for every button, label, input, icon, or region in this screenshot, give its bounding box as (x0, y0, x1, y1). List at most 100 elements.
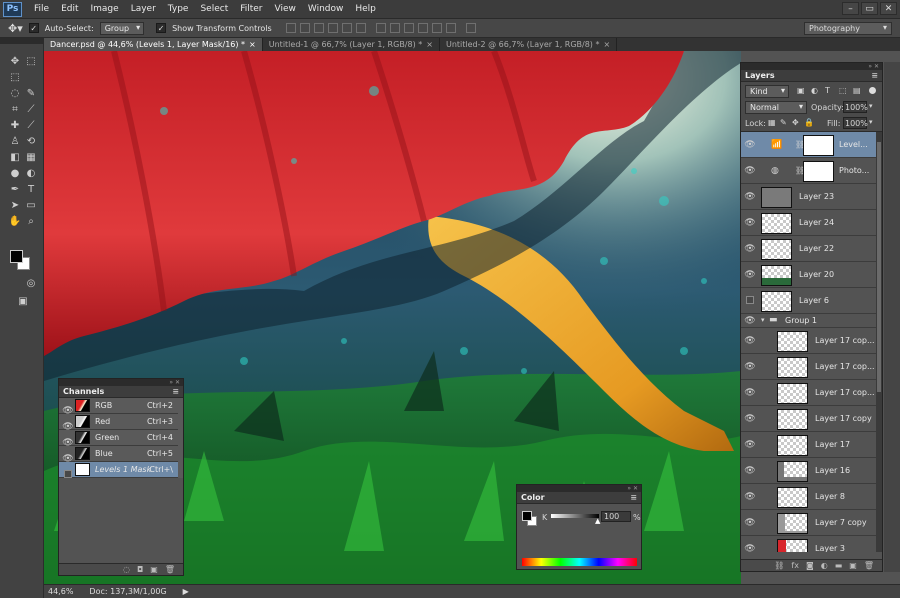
history-brush-icon[interactable]: ⟲ (24, 136, 38, 148)
shape-icon[interactable]: ▭ (24, 200, 38, 212)
maximize-button[interactable]: ▭ (861, 2, 878, 15)
tab-close-icon[interactable]: × (603, 40, 610, 49)
color-fg-swatch[interactable] (522, 511, 532, 521)
visibility-eye-icon[interactable]: 👁 (744, 362, 756, 372)
layer-row-layer-17-copy-3[interactable]: 👁 Layer 17 cop... (741, 328, 876, 354)
menu-select[interactable]: Select (194, 4, 234, 14)
quick-mask-icon[interactable]: ◎ (24, 278, 38, 290)
lock-pixels-icon[interactable]: ✎ (780, 118, 787, 127)
visibility-eye-icon[interactable]: 👁 (744, 466, 756, 476)
layer-mask-thumbnail[interactable] (803, 161, 834, 182)
layer-mask-thumbnail[interactable] (803, 135, 834, 156)
menu-view[interactable]: View (269, 4, 302, 14)
color-tab[interactable]: Color ≡ (517, 492, 641, 504)
visibility-toggle-off[interactable] (746, 296, 754, 304)
tab-close-icon[interactable]: × (426, 40, 433, 49)
menu-window[interactable]: Window (302, 4, 350, 14)
distribute-bottom-icon[interactable] (403, 23, 414, 33)
lock-position-icon[interactable]: ✥ (792, 118, 799, 127)
new-adjustment-icon[interactable]: ◐ (821, 561, 828, 570)
workspace-switcher[interactable]: Photography (804, 22, 892, 35)
auto-select-checkbox[interactable]: ✓ (28, 23, 39, 33)
tab-untitled-2[interactable]: Untitled-2 @ 66,7% (Layer 1, RGB/8) * × (440, 38, 618, 51)
layer-row-group-1[interactable]: 👁 ▾ ▬ Group 1 (741, 314, 876, 328)
minimize-button[interactable]: – (842, 2, 859, 15)
panel-grip[interactable]: » ✕ (517, 485, 641, 492)
menu-layer[interactable]: Layer (125, 4, 162, 14)
layer-row-photo-filter[interactable]: 👁 ◍ ⛓ Photo... (741, 158, 876, 184)
filter-kind-dropdown[interactable]: Kind (745, 85, 789, 98)
blend-mode-dropdown[interactable]: Normal (745, 101, 807, 114)
visibility-eye-icon[interactable]: 👁 (744, 270, 756, 280)
layer-row-layer-7-copy[interactable]: 👁 Layer 7 copy (741, 510, 876, 536)
filter-type-icon[interactable]: T (825, 86, 830, 95)
layer-row-layer-6[interactable]: Layer 6 (741, 288, 876, 314)
new-group-icon[interactable]: ▬ (835, 561, 843, 570)
visibility-toggle-off[interactable] (64, 470, 72, 478)
delete-channel-icon[interactable]: 🗑 (165, 565, 175, 574)
auto-align-icon[interactable] (465, 23, 476, 33)
path-select-icon[interactable]: ➤ (8, 200, 22, 212)
panel-menu-icon[interactable]: ≡ (172, 387, 179, 396)
visibility-eye-icon[interactable]: 👁 (744, 316, 756, 326)
visibility-eye-icon[interactable]: 👁 (744, 336, 756, 346)
layer-style-icon[interactable]: fx (791, 561, 799, 570)
distribute-left-icon[interactable] (417, 23, 428, 33)
layers-scroll-thumb[interactable] (877, 142, 881, 392)
brush-icon[interactable]: ⟋ (24, 120, 38, 132)
menu-edit[interactable]: Edit (55, 4, 84, 14)
gradient-icon[interactable]: ▦ (24, 152, 38, 164)
channel-row-rgb[interactable]: 👁 RGB Ctrl+2 (59, 398, 178, 416)
new-channel-icon[interactable]: ▣ (150, 565, 158, 574)
healing-icon[interactable]: ✚ (8, 120, 22, 132)
crop-icon[interactable]: ⌗ (8, 104, 22, 116)
menu-help[interactable]: Help (349, 4, 382, 14)
layer-row-layer-17-copy[interactable]: 👁 Layer 17 copy (741, 406, 876, 432)
quick-select-icon[interactable]: ✎ (24, 88, 38, 100)
visibility-eye-icon[interactable]: 👁 (744, 544, 756, 552)
panel-grip[interactable]: » ✕ (59, 379, 183, 386)
layer-row-levels[interactable]: 👁 📶 ⛓ Level... (741, 132, 876, 158)
eyedropper-icon[interactable]: ⟋ (24, 104, 38, 116)
filter-pixel-icon[interactable]: ▣ (797, 86, 805, 95)
panel-grip[interactable]: » ✕ (741, 63, 882, 70)
dodge-icon[interactable]: ◐ (24, 168, 38, 180)
visibility-eye-icon[interactable]: 👁 (744, 492, 756, 502)
distribute-hcenter-icon[interactable] (431, 23, 442, 33)
menu-file[interactable]: File (28, 4, 55, 14)
load-selection-icon[interactable]: ◌ (123, 565, 130, 574)
channel-row-levels-mask[interactable]: Levels 1 Mask Ctrl+\ (59, 462, 178, 478)
channel-row-red[interactable]: 👁 Red Ctrl+3 (59, 414, 178, 432)
menu-filter[interactable]: Filter (234, 4, 268, 14)
pen-icon[interactable]: ✒ (8, 184, 22, 196)
new-layer-icon[interactable]: ▣ (849, 561, 857, 570)
filter-toggle[interactable] (869, 87, 876, 94)
save-selection-icon[interactable]: ◘ (137, 565, 143, 574)
show-transform-checkbox[interactable]: ✓ (156, 23, 167, 33)
align-right-icon[interactable] (355, 23, 366, 33)
fill-arrow[interactable]: ▾ (869, 118, 873, 126)
filter-shape-icon[interactable]: ⬚ (839, 86, 847, 95)
filter-adjustment-icon[interactable]: ◐ (811, 86, 818, 95)
visibility-eye-icon[interactable]: 👁 (744, 140, 756, 150)
layer-row-layer-17[interactable]: 👁 Layer 17 (741, 432, 876, 458)
lasso-icon[interactable]: ◌ (8, 88, 22, 100)
visibility-eye-icon[interactable]: 👁 (744, 218, 756, 228)
opacity-arrow[interactable]: ▾ (869, 102, 873, 110)
menu-image[interactable]: Image (85, 4, 125, 14)
delete-layer-icon[interactable]: 🗑 (864, 561, 874, 570)
color-spectrum[interactable] (522, 558, 637, 566)
menu-type[interactable]: Type (162, 4, 195, 14)
tab-close-icon[interactable]: × (249, 40, 256, 49)
align-hcenter-icon[interactable] (341, 23, 352, 33)
distribute-right-icon[interactable] (445, 23, 456, 33)
move-icon[interactable]: ✥ (8, 56, 22, 68)
channel-row-green[interactable]: 👁 Green Ctrl+4 (59, 430, 178, 448)
visibility-eye-icon[interactable]: 👁 (744, 388, 756, 398)
layer-row-layer-17-copy-1[interactable]: 👁 Layer 17 cop... (741, 380, 876, 406)
channels-tab[interactable]: Channels ≡ (59, 386, 183, 398)
align-left-icon[interactable] (327, 23, 338, 33)
type-icon[interactable]: T (24, 184, 38, 196)
lock-transparent-icon[interactable]: ▦ (768, 118, 776, 127)
layer-row-layer-16[interactable]: 👁 Layer 16 (741, 458, 876, 484)
